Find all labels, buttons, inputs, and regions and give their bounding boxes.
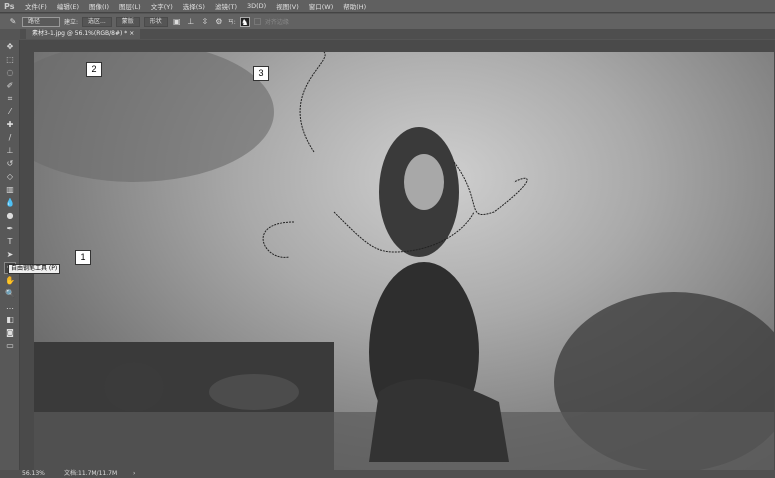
path-select-tool-icon[interactable]: ➤ <box>4 249 16 261</box>
blur-tool-icon[interactable]: 💧 <box>4 197 16 209</box>
hand-tool-icon[interactable]: ✋ <box>4 275 16 287</box>
brush-tool-icon[interactable]: / <box>4 132 16 144</box>
zoom-level[interactable]: 56.13% <box>22 470 45 478</box>
magnetic-toggle-icon[interactable]: ♞ <box>239 16 250 27</box>
path-alignment-icon[interactable]: ⊥ <box>186 17 196 27</box>
menu-filter[interactable]: 滤镜(T) <box>210 1 242 11</box>
menu-select[interactable]: 选择(S) <box>178 1 210 11</box>
move-tool-icon[interactable]: ✥ <box>4 41 16 53</box>
history-brush-icon[interactable]: ↺ <box>4 158 16 170</box>
type-tool-icon[interactable]: T <box>4 236 16 248</box>
status-bar: 56.13% 文档:11.7M/11.7M › <box>0 470 775 478</box>
photo-illustration <box>34 52 774 470</box>
document-image[interactable] <box>34 52 774 470</box>
menu-file[interactable]: 文件(F) <box>20 1 52 11</box>
menu-3d[interactable]: 3D(D) <box>242 2 271 10</box>
rubber-label: ㄢ: <box>227 19 236 26</box>
callout-2: 2 <box>86 62 102 77</box>
eraser-tool-icon[interactable]: ◇ <box>4 171 16 183</box>
dodge-tool-icon[interactable]: ● <box>4 210 16 222</box>
color-swatches-icon[interactable]: ◧ <box>4 314 16 326</box>
healing-brush-icon[interactable]: ✚ <box>4 119 16 131</box>
document-tab[interactable]: 素材3-1.jpg @ 56.1%(RGB/8#) * × <box>26 29 141 39</box>
photoshop-logo: Ps <box>4 1 15 11</box>
gradient-tool-icon[interactable]: ▥ <box>4 184 16 196</box>
menu-type[interactable]: 文字(Y) <box>146 1 178 11</box>
menu-bar: Ps 文件(F) 编辑(E) 图像(I) 图层(L) 文字(Y) 选择(S) 滤… <box>0 0 775 13</box>
menu-view[interactable]: 视图(V) <box>271 1 304 11</box>
make-label: 建立: <box>64 19 79 26</box>
mask-button[interactable]: 蒙版 <box>115 16 140 27</box>
close-icon[interactable]: × <box>129 30 134 37</box>
pen-tool-icon[interactable]: ✒ <box>4 223 16 235</box>
path-arrangement-icon[interactable]: ⇳ <box>200 17 210 27</box>
eyedropper-tool-icon[interactable]: ⁄ <box>4 106 16 118</box>
zoom-tool-icon[interactable]: 🔍 <box>4 288 16 300</box>
gear-icon[interactable]: ⚙ <box>214 17 224 27</box>
freeform-pen-preset-icon[interactable]: ✎ <box>8 17 18 27</box>
menu-image[interactable]: 图像(I) <box>84 1 114 11</box>
align-edges-checkbox[interactable] <box>253 18 261 25</box>
options-bar: ✎ 路径 建立: 选区... 蒙版 形状 ▣ ⊥ ⇳ ⚙ ㄢ: ♞ 对齐边缘 <box>0 14 775 29</box>
menu-window[interactable]: 窗口(W) <box>304 1 339 11</box>
menu-layer[interactable]: 图层(L) <box>114 1 146 11</box>
tool-tooltip: 自由钢笔工具 (P) <box>8 264 61 274</box>
mode-select[interactable]: 路径 <box>22 16 60 27</box>
callout-1: 1 <box>75 250 91 265</box>
tools-panel: ✥ ⬚ ◌ ✐ ⌗ ⁄ ✚ / ⊥ ↺ ◇ ▥ 💧 ● ✒ T ➤ ✎ ✋ 🔍 … <box>0 40 20 470</box>
document-tab-bar: 素材3-1.jpg @ 56.1%(RGB/8#) * × <box>20 29 775 39</box>
quick-mask-icon[interactable]: ◙ <box>4 327 16 339</box>
marquee-tool-icon[interactable]: ⬚ <box>4 54 16 66</box>
lasso-tool-icon[interactable]: ◌ <box>4 67 16 79</box>
path-operations-icon[interactable]: ▣ <box>172 17 182 27</box>
more-tools-icon[interactable]: … <box>4 301 16 313</box>
selection-button[interactable]: 选区... <box>82 16 112 27</box>
menu-edit[interactable]: 编辑(E) <box>52 1 84 11</box>
stamp-tool-icon[interactable]: ⊥ <box>4 145 16 157</box>
callout-3: 3 <box>253 66 269 81</box>
status-menu-arrow[interactable]: › <box>133 470 135 478</box>
quick-select-tool-icon[interactable]: ✐ <box>4 80 16 92</box>
align-edges-label: 对齐边缘 <box>264 19 289 26</box>
screen-mode-icon[interactable]: ▭ <box>4 340 16 352</box>
shape-button[interactable]: 形状 <box>143 16 168 27</box>
canvas-area[interactable] <box>20 40 775 470</box>
crop-tool-icon[interactable]: ⌗ <box>4 93 16 105</box>
menu-help[interactable]: 帮助(H) <box>338 1 371 11</box>
document-size: 文档:11.7M/11.7M <box>64 470 118 477</box>
document-tab-title: 素材3-1.jpg @ 56.1%(RGB/8#) * <box>32 30 128 37</box>
